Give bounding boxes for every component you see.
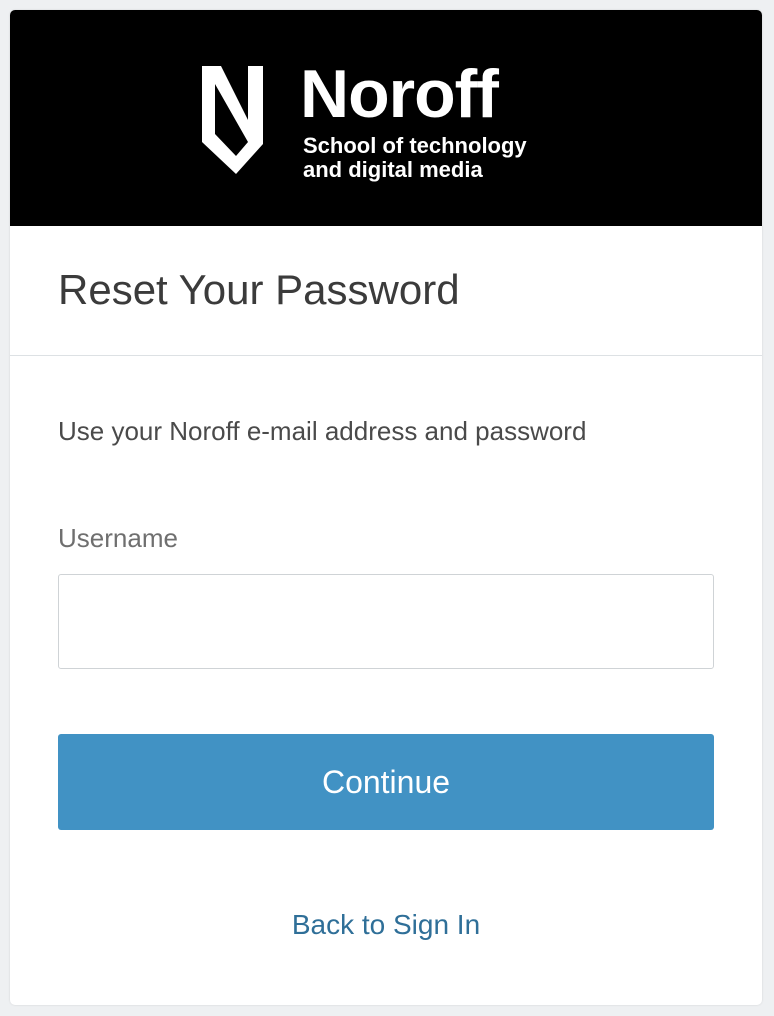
noroff-logo: Noroff School of technology and digital … xyxy=(200,56,580,185)
brand-tagline-line2: and digital media xyxy=(303,157,483,182)
username-label: Username xyxy=(58,523,178,553)
continue-button[interactable]: Continue xyxy=(58,734,714,830)
instructions-text: Use your Noroff e-mail address and passw… xyxy=(58,416,587,446)
brand-tagline-line1: School of technology xyxy=(303,133,527,158)
reset-password-card: Noroff School of technology and digital … xyxy=(10,10,762,1005)
username-input[interactable] xyxy=(58,574,714,669)
header-divider xyxy=(10,355,762,356)
noroff-n-shield-icon xyxy=(202,66,263,174)
page-title: Reset Your Password xyxy=(58,266,460,313)
brand-name: Noroff xyxy=(300,56,499,132)
back-to-sign-in-link[interactable]: Back to Sign In xyxy=(10,908,762,942)
brand-banner: Noroff School of technology and digital … xyxy=(10,10,762,226)
